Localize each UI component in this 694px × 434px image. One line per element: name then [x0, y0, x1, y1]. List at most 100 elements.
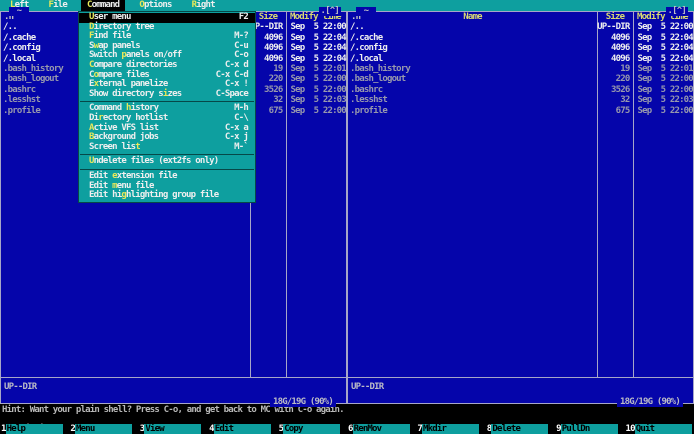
file-size: 4096 — [611, 43, 630, 54]
panel-up-button-left[interactable]: .[^] — [318, 7, 341, 16]
menu-item-shortcut: M-` — [234, 141, 249, 152]
panel-header-right: .n Name Size Modify time — [348, 12, 693, 22]
free-space-indicator-right: 18G/19G (90%) — [616, 398, 683, 407]
file-mtime: Sep 5 22:04 — [290, 43, 347, 54]
file-mtime: Sep 5 22:04 — [637, 53, 694, 64]
fkey-button-copy[interactable]: 5 Copy — [278, 424, 347, 434]
file-size: 3526 — [611, 84, 630, 95]
file-size: 4096 — [611, 53, 630, 64]
file-mtime: Sep 5 22:01 — [290, 63, 347, 74]
file-mtime: Sep 5 22:03 — [290, 95, 347, 106]
menu-item[interactable]: Edit highlighting group file — [79, 190, 255, 201]
fkey-button-delete[interactable]: 8 Delete — [486, 424, 555, 434]
fkey-label: Menu — [75, 424, 133, 434]
file-size: 675 — [615, 105, 631, 116]
file-name: .bash_history — [350, 63, 411, 74]
file-name: /.local — [350, 53, 383, 64]
fkey-label: View — [144, 424, 202, 434]
fkey-label: Copy — [283, 424, 341, 434]
file-mtime: Sep 5 22:04 — [290, 53, 347, 64]
fkey-button-renmov[interactable]: 6 RenMov — [347, 424, 416, 434]
column-header-size[interactable]: Size — [597, 12, 633, 22]
file-panel-right: ~ .[^] .n Name Size Modify time /.. UP--D… — [347, 7, 694, 407]
menu-item[interactable]: Show directory sizes C-Space — [79, 88, 255, 100]
menu-item-label: Show directory sizes — [89, 88, 182, 99]
file-name: .lesshst — [350, 95, 388, 106]
file-name: /.. — [350, 22, 365, 33]
status-divider — [1, 377, 346, 378]
fkey-label: Edit — [213, 424, 271, 434]
fkey-button-edit[interactable]: 4 Edit — [208, 424, 277, 434]
file-mtime: Sep 5 22:00 — [290, 74, 347, 85]
menu-separator — [80, 168, 254, 170]
file-name: /.config — [350, 43, 388, 54]
file-name: /.cache — [350, 32, 383, 43]
hotkey-letter: t — [135, 141, 140, 152]
file-row[interactable]: /.. UP--DIR Sep 5 22:00 — [348, 22, 694, 33]
column-header-name[interactable]: Name — [348, 12, 597, 22]
file-row[interactable]: .bashrc 3526 Sep 5 22:00 — [348, 84, 694, 95]
file-mtime: Sep 5 22:03 — [637, 95, 694, 106]
fkey-label: RenMov — [352, 424, 410, 434]
file-mtime: Sep 5 22:00 — [637, 22, 694, 33]
file-name: .profile — [350, 105, 388, 116]
menubar-item-command[interactable]: Command — [80, 0, 126, 11]
file-row[interactable]: .bash_logout 220 Sep 5 22:00 — [348, 74, 694, 85]
menubar-item-right[interactable]: Right — [186, 0, 221, 11]
file-mtime: Sep 5 22:00 — [637, 84, 694, 95]
file-mtime: Sep 5 22:04 — [637, 43, 694, 54]
fkey-label: Mkdir — [421, 424, 479, 434]
file-mtime: Sep 5 22:00 — [290, 22, 347, 33]
file-mtime: Sep 5 22:04 — [637, 32, 694, 43]
file-row[interactable]: /.local 4096 Sep 5 22:04 — [348, 53, 694, 64]
fkey-button-view[interactable]: 3 View — [139, 424, 208, 434]
fkey-button-help[interactable]: 1 Help — [0, 424, 69, 434]
file-row[interactable]: .lesshst 32 Sep 5 22:03 — [348, 95, 694, 106]
menubar-item-file[interactable]: File — [42, 0, 72, 11]
file-mtime: Sep 5 22:01 — [637, 63, 694, 74]
menu-item[interactable]: Screen list M-` — [79, 141, 255, 153]
command-prompt[interactable]: midnight@commander:~$ — [2, 414, 127, 434]
file-size: 4096 — [611, 32, 630, 43]
file-name: .bashrc — [350, 84, 383, 95]
command-dropdown-menu: User menu F2 Directory tree Find file M-? Swa… — [78, 11, 256, 203]
fkey-button-mkdir[interactable]: 7 Mkdir — [416, 424, 485, 434]
menu-item-shortcut: C-Space — [215, 88, 249, 99]
file-size: 220 — [615, 74, 631, 85]
mc-terminal-screen: Left File Command Options Right User menu F2 D… — [0, 0, 694, 434]
file-size: 19 — [620, 63, 630, 74]
panel-path-right: ~ — [356, 7, 376, 16]
menu-item-label: Edit highlighting group file — [89, 190, 219, 201]
file-mtime: Sep 5 22:00 — [637, 74, 694, 85]
file-row[interactable]: /.cache 4096 Sep 5 22:04 — [348, 32, 694, 43]
fkey-label: Delete — [491, 424, 549, 434]
fkey-button-pulldn[interactable]: 9 PullDn — [555, 424, 624, 434]
file-mtime: Sep 5 22:00 — [290, 105, 347, 116]
file-mtime: Sep 5 22:04 — [290, 32, 347, 43]
menu-item-label: Undelete files (ext2fs only) — [89, 156, 219, 167]
file-mtime: Sep 5 22:00 — [290, 84, 347, 95]
file-row[interactable]: .bash_history 19 Sep 5 22:01 — [348, 63, 694, 74]
fkey-label: Help — [5, 424, 63, 434]
file-size: UP--DIR — [597, 22, 630, 33]
fkey-button-menu[interactable]: 2 Menu — [69, 424, 138, 434]
file-mtime: Sep 5 22:00 — [637, 105, 694, 116]
free-space-indicator-left: 18G/19G (90%) — [269, 398, 336, 407]
menubar-item-options[interactable]: Options — [133, 0, 177, 11]
menu-item-label: Screen list — [89, 141, 141, 152]
mini-status-right: UP--DIR — [351, 382, 384, 392]
menu-bar: Left File Command Options Right — [0, 0, 694, 11]
panel-up-button-right[interactable]: .[^] — [665, 7, 688, 16]
file-list-right: /.. UP--DIR Sep 5 22:00 /.cache 4096 Sep 5 22… — [348, 22, 694, 116]
fkey-number: 10 — [625, 424, 636, 434]
mini-status-left: UP--DIR — [4, 382, 37, 392]
file-row[interactable]: .profile 675 Sep 5 22:00 — [348, 105, 694, 116]
fkey-label: PullDn — [560, 424, 618, 434]
menu-item[interactable]: Undelete files (ext2fs only) — [79, 157, 255, 167]
menu-item-shortcut: F2 — [238, 12, 249, 22]
file-row[interactable]: /.config 4096 Sep 5 22:04 — [348, 43, 694, 54]
panel-path-left: ~ — [9, 7, 29, 16]
fkey-button-quit[interactable]: 10 Quit — [625, 424, 694, 434]
function-key-bar: 1 Help 2 Menu 3 View 4 Edit 5 Copy 6 RenMov 7 Mkdir 8 D… — [0, 424, 694, 434]
fkey-label: Quit — [634, 424, 692, 434]
